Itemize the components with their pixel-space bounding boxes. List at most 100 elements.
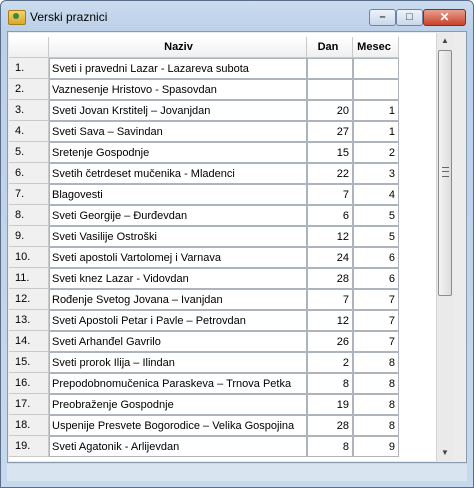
cell-mesec[interactable]: 8	[353, 352, 399, 373]
cell-dan[interactable]: 20	[307, 100, 353, 121]
table-row[interactable]: 10. Sveti apostoli Vartolomej i Varnava 24…	[9, 247, 436, 268]
cell-dan[interactable]: 8	[307, 436, 353, 457]
column-header-dan[interactable]: Dan	[307, 37, 353, 58]
cell-naziv[interactable]: Blagovesti	[49, 184, 307, 205]
table-row[interactable]: 2. Vaznesenje Hristovo - Spasovdan	[9, 79, 436, 100]
title-bar[interactable]: Verski praznici – □ ✕	[1, 1, 473, 31]
cell-naziv[interactable]: Sveti prorok Ilija – Ilindan	[49, 352, 307, 373]
cell-dan[interactable]: 15	[307, 142, 353, 163]
table-row[interactable]: 4. Sveti Sava – Savindan 27 1	[9, 121, 436, 142]
cell-mesec[interactable]: 7	[353, 289, 399, 310]
cell-naziv[interactable]: Sveti i pravedni Lazar - Lazareva subota	[49, 58, 307, 79]
cell-naziv[interactable]: Sveti knez Lazar - Vidovdan	[49, 268, 307, 289]
column-header-naziv[interactable]: Naziv	[49, 37, 307, 58]
table-row[interactable]: 19. Sveti Agatonik - Arlijevdan 8 9	[9, 436, 436, 457]
cell-dan[interactable]: 12	[307, 226, 353, 247]
cell-mesec[interactable]: 1	[353, 121, 399, 142]
cell-mesec[interactable]: 5	[353, 205, 399, 226]
table-row[interactable]: 14. Sveti Arhanđel Gavrilo 26 7	[9, 331, 436, 352]
cell-dan[interactable]: 19	[307, 394, 353, 415]
cell-mesec[interactable]: 7	[353, 331, 399, 352]
column-header-mesec[interactable]: Mesec	[353, 37, 399, 58]
scroll-thumb[interactable]	[438, 50, 452, 296]
cell-naziv[interactable]: Sveti Arhanđel Gavrilo	[49, 331, 307, 352]
cell-mesec[interactable]: 8	[353, 373, 399, 394]
cell-mesec[interactable]: 3	[353, 163, 399, 184]
cell-naziv[interactable]: Prepodobnomučenica Paraskeva – Trnova Pe…	[49, 373, 307, 394]
cell-dan[interactable]: 22	[307, 163, 353, 184]
cell-dan[interactable]: 28	[307, 415, 353, 436]
table-row[interactable]: 7. Blagovesti 7 4	[9, 184, 436, 205]
cell-naziv[interactable]: Uspenije Presvete Bogorodice – Velika Go…	[49, 415, 307, 436]
scroll-down-arrow-icon[interactable]: ▼	[437, 445, 453, 461]
vertical-scrollbar[interactable]: ▲ ▼	[436, 33, 453, 461]
table-row[interactable]: 16. Prepodobnomučenica Paraskeva – Trnova…	[9, 373, 436, 394]
cell-mesec[interactable]: 4	[353, 184, 399, 205]
cell-naziv[interactable]: Sretenje Gospodnje	[49, 142, 307, 163]
cell-mesec[interactable]: 2	[353, 142, 399, 163]
table-row[interactable]: 18. Uspenije Presvete Bogorodice – Velika…	[9, 415, 436, 436]
cell-mesec[interactable]: 6	[353, 268, 399, 289]
cell-naziv[interactable]: Preobraženje Gospodnje	[49, 394, 307, 415]
table-row[interactable]: 5. Sretenje Gospodnje 15 2	[9, 142, 436, 163]
row-number: 5.	[9, 142, 49, 163]
cell-mesec[interactable]	[353, 79, 399, 100]
cell-dan[interactable]: 8	[307, 373, 353, 394]
cell-mesec[interactable]: 8	[353, 394, 399, 415]
cell-dan[interactable]: 6	[307, 205, 353, 226]
table-row[interactable]: 1. Sveti i pravedni Lazar - Lazareva subo…	[9, 58, 436, 79]
table-row[interactable]: 8. Sveti Georgije – Đurđevdan 6 5	[9, 205, 436, 226]
cell-naziv[interactable]: Sveti Georgije – Đurđevdan	[49, 205, 307, 226]
cell-naziv[interactable]: Sveti apostoli Vartolomej i Varnava	[49, 247, 307, 268]
row-number: 12.	[9, 289, 49, 310]
minimize-icon: –	[379, 11, 386, 23]
cell-naziv[interactable]: Vaznesenje Hristovo - Spasovdan	[49, 79, 307, 100]
row-number: 16.	[9, 373, 49, 394]
header-corner[interactable]	[9, 37, 49, 58]
table-row[interactable]: 9. Sveti Vasilije Ostroški 12 5	[9, 226, 436, 247]
table-row[interactable]: 13. Sveti Apostoli Petar i Pavle – Petrov…	[9, 310, 436, 331]
cell-mesec[interactable]: 5	[353, 226, 399, 247]
cell-dan[interactable]: 28	[307, 268, 353, 289]
cell-mesec[interactable]: 9	[353, 436, 399, 457]
row-number: 15.	[9, 352, 49, 373]
row-number: 19.	[9, 436, 49, 457]
window-title: Verski praznici	[30, 10, 108, 24]
cell-mesec[interactable]: 1	[353, 100, 399, 121]
cell-dan[interactable]: 12	[307, 310, 353, 331]
row-number: 14.	[9, 331, 49, 352]
cell-dan[interactable]: 7	[307, 184, 353, 205]
table-row[interactable]: 6. Svetih četrdeset mučenika - Mladenci 22…	[9, 163, 436, 184]
maximize-button[interactable]: □	[396, 9, 423, 26]
cell-naziv[interactable]: Sveti Agatonik - Arlijevdan	[49, 436, 307, 457]
table-row[interactable]: 17. Preobraženje Gospodnje 19 8	[9, 394, 436, 415]
cell-naziv[interactable]: Sveti Vasilije Ostroški	[49, 226, 307, 247]
cell-dan[interactable]: 24	[307, 247, 353, 268]
cell-naziv[interactable]: Rođenje Svetog Jovana – Ivanjdan	[49, 289, 307, 310]
row-number: 13.	[9, 310, 49, 331]
cell-mesec[interactable]: 6	[353, 247, 399, 268]
table-row[interactable]: 15. Sveti prorok Ilija – Ilindan 2 8	[9, 352, 436, 373]
cell-naziv[interactable]: Sveti Apostoli Petar i Pavle – Petrovdan	[49, 310, 307, 331]
cell-dan[interactable]: 26	[307, 331, 353, 352]
table-row[interactable]: 3. Sveti Jovan Krstitelj – Jovanjdan 20 1	[9, 100, 436, 121]
app-icon	[8, 10, 26, 25]
app-window: Verski praznici – □ ✕ Naziv Dan Mesec 1.…	[0, 0, 474, 488]
cell-mesec[interactable]: 7	[353, 310, 399, 331]
minimize-button[interactable]: –	[369, 9, 396, 26]
table-row[interactable]: 11. Sveti knez Lazar - Vidovdan 28 6	[9, 268, 436, 289]
cell-naziv[interactable]: Sveti Sava – Savindan	[49, 121, 307, 142]
cell-dan[interactable]: 2	[307, 352, 353, 373]
cell-mesec[interactable]: 8	[353, 415, 399, 436]
cell-dan[interactable]: 7	[307, 289, 353, 310]
scroll-up-arrow-icon[interactable]: ▲	[437, 33, 453, 49]
cell-naziv[interactable]: Sveti Jovan Krstitelj – Jovanjdan	[49, 100, 307, 121]
cell-dan[interactable]	[307, 79, 353, 100]
cell-mesec[interactable]	[353, 58, 399, 79]
maximize-icon: □	[406, 11, 413, 23]
cell-naziv[interactable]: Svetih četrdeset mučenika - Mladenci	[49, 163, 307, 184]
cell-dan[interactable]: 27	[307, 121, 353, 142]
table-row[interactable]: 12. Rođenje Svetog Jovana – Ivanjdan 7 7	[9, 289, 436, 310]
close-button[interactable]: ✕	[423, 9, 466, 26]
cell-dan[interactable]	[307, 58, 353, 79]
